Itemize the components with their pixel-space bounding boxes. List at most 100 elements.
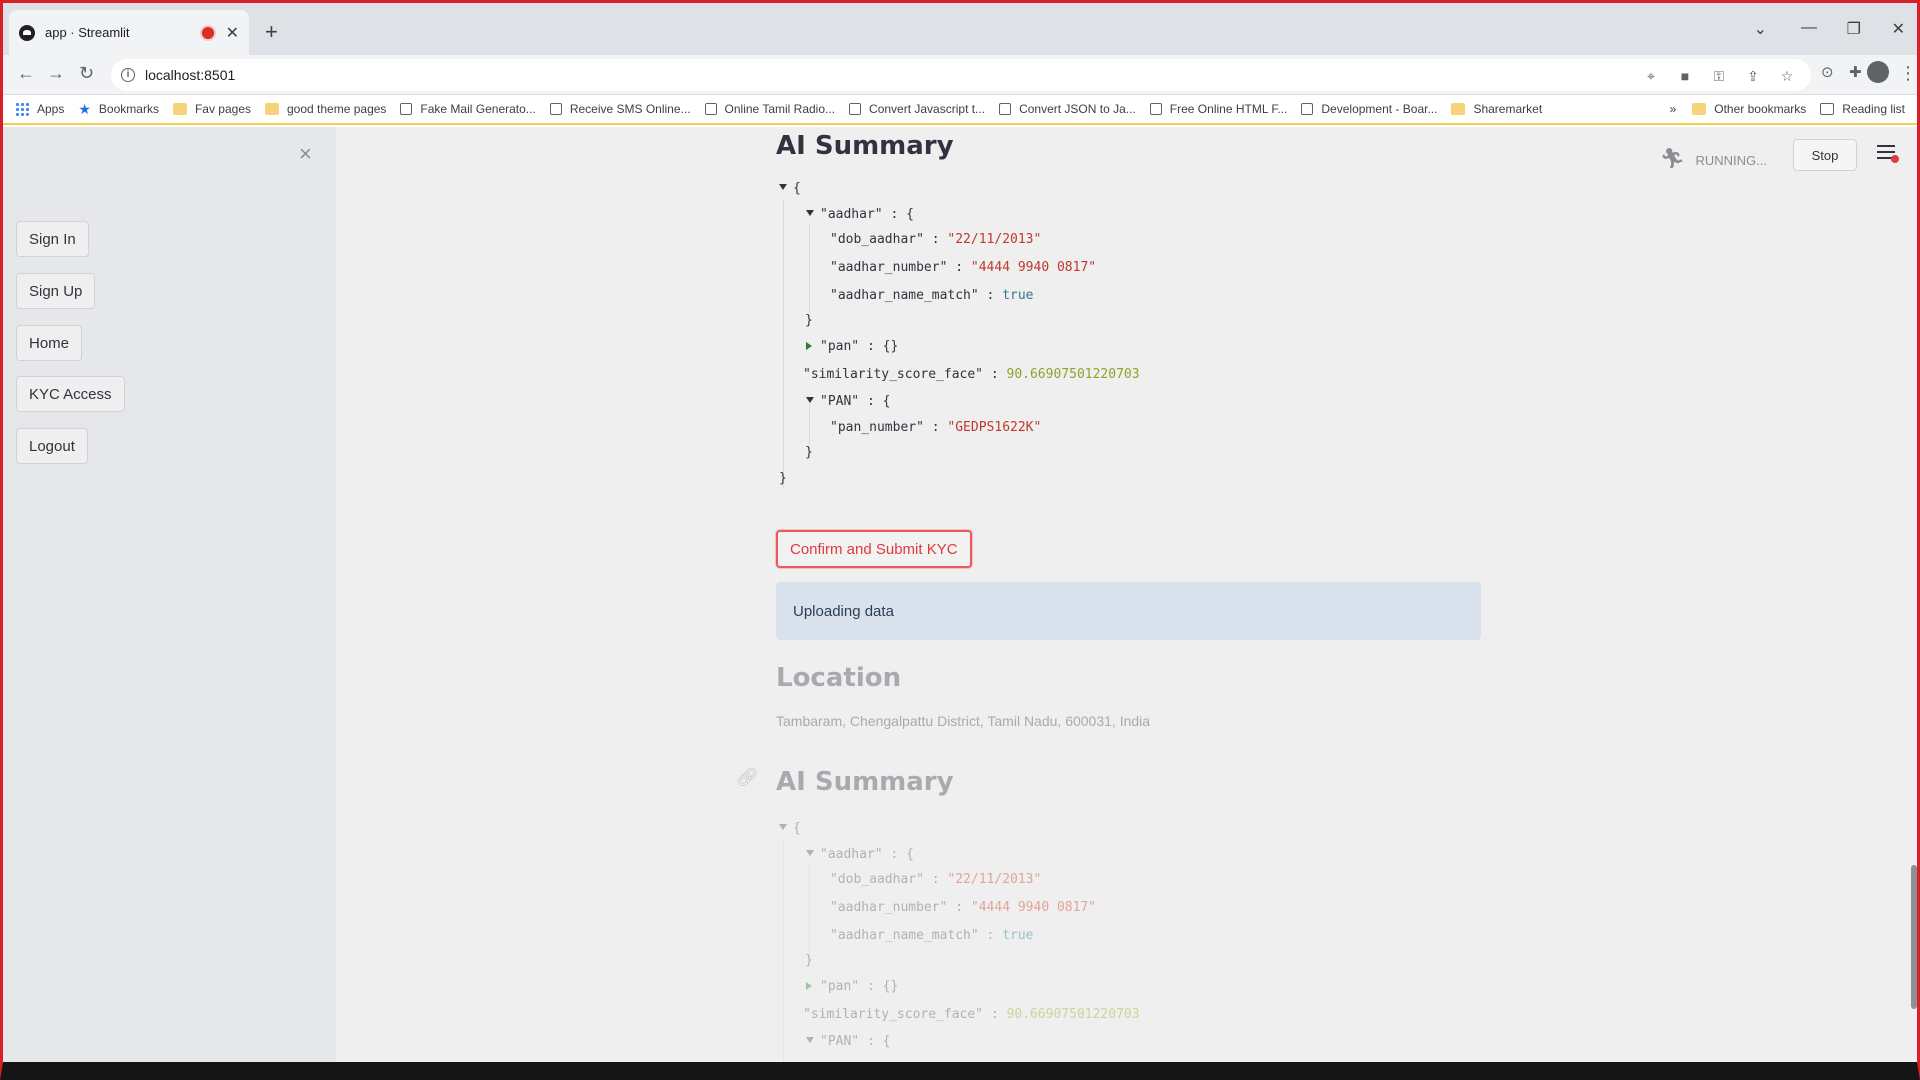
- bookmark-item[interactable]: Apps: [15, 102, 64, 116]
- bookmark-label: Convert JSON to Ja...: [1019, 102, 1136, 116]
- bookmark-label: Sharemarket: [1473, 102, 1543, 116]
- site-info-icon[interactable]: i: [121, 68, 135, 82]
- bookmark-star-icon[interactable]: ☆: [1779, 68, 1795, 84]
- puzzle-icon[interactable]: ✚: [1849, 63, 1862, 81]
- bookmark-label: Fake Mail Generato...: [420, 102, 536, 116]
- info-alert: Uploading data: [776, 582, 1481, 640]
- json-viewer-2: { "aadhar" : { "dob_aadhar" : "22/11/201…: [776, 821, 1481, 1062]
- bookmarks-right: » Other bookmarks Reading list: [1670, 102, 1905, 116]
- minimize-icon[interactable]: —: [1801, 19, 1817, 37]
- location-heading: Location: [776, 663, 902, 693]
- json-number-row: "aadhar_number" : "4444 9940 0817": [830, 260, 1097, 275]
- browser-window: app · Streamlit ✕ + ⌄ — ❐ ✕ ← → ↻ i loca…: [3, 3, 1917, 1062]
- json-pan-number-row: "pan_number" : "GEDPS1622K": [830, 420, 1042, 435]
- tab-title: app · Streamlit: [45, 25, 130, 40]
- json-aadhar-node[interactable]: "aadhar" : {: [806, 207, 914, 222]
- bookmark-item[interactable]: Fake Mail Generato...: [400, 102, 536, 116]
- close-window-icon[interactable]: ✕: [1892, 19, 1905, 39]
- location-text: Tambaram, Chengalpattu District, Tamil N…: [776, 713, 1151, 729]
- reading-list-icon: [1820, 103, 1835, 115]
- json-viewer: { "aadhar" : { "dob_aadhar" : "22/11/201…: [776, 181, 1481, 501]
- extension-icon[interactable]: ⊙: [1821, 63, 1834, 81]
- forward-icon[interactable]: →: [47, 63, 65, 84]
- share-icon[interactable]: ⇪: [1745, 68, 1761, 84]
- json-aadhar-node[interactable]: "aadhar" : {: [806, 847, 914, 862]
- apps-grid-icon: [15, 102, 29, 116]
- bookmark-item[interactable]: Fav pages: [172, 102, 251, 116]
- reading-list-label: Reading list: [1842, 102, 1905, 116]
- json-match-row: "aadhar_name_match" : true: [830, 288, 1034, 303]
- json-pan-node[interactable]: "pan" : {}: [806, 339, 898, 354]
- confirm-submit-kyc-button[interactable]: Confirm and Submit KYC: [776, 530, 972, 568]
- bookmark-item[interactable]: good theme pages: [265, 102, 386, 116]
- close-tab-icon[interactable]: ✕: [226, 23, 239, 43]
- recording-indicator-icon: [201, 26, 214, 39]
- reload-icon[interactable]: ↻: [79, 63, 94, 84]
- folder-icon: [265, 103, 279, 115]
- kyc-access-button[interactable]: KYC Access: [16, 376, 125, 412]
- tab-strip: app · Streamlit ✕ + ⌄ — ❐ ✕: [3, 3, 1917, 55]
- sign-in-button[interactable]: Sign In: [16, 221, 89, 257]
- ai-summary-heading-2: AI Summary: [776, 767, 954, 797]
- logout-button[interactable]: Logout: [16, 428, 88, 464]
- bookmark-item[interactable]: Free Online HTML F...: [1149, 102, 1287, 116]
- ai-summary-heading: AI Summary: [776, 131, 954, 161]
- bookmark-label: Bookmarks: [98, 102, 159, 116]
- running-man-icon: 🏃︎: [1659, 148, 1685, 170]
- bookmarks-bar: Apps ★ Bookmarks Fav pages good theme pages F…: [3, 95, 1917, 125]
- bookmark-item[interactable]: Sharemarket: [1451, 102, 1542, 116]
- bookmark-item[interactable]: Convert Javascript t...: [849, 102, 985, 116]
- bookmark-label: Online Tamil Radio...: [724, 102, 836, 116]
- url-text: localhost:8501: [145, 67, 236, 83]
- json-root[interactable]: {: [779, 821, 801, 836]
- bookmark-item[interactable]: Development - Boar...: [1301, 102, 1437, 116]
- json-PAN-node[interactable]: "PAN" : {: [806, 394, 890, 409]
- other-bookmarks[interactable]: Other bookmarks: [1692, 102, 1806, 116]
- hamburger-menu-icon[interactable]: [1877, 145, 1899, 163]
- profile-avatar[interactable]: [1867, 61, 1889, 83]
- json-pan-node[interactable]: "pan" : {}: [806, 979, 898, 994]
- back-icon[interactable]: ←: [17, 63, 35, 84]
- json-dob-row: "dob_aadhar" : "22/11/2013": [830, 232, 1042, 247]
- json-close: }: [805, 445, 813, 460]
- bookmark-item[interactable]: ★ Bookmarks: [78, 101, 159, 118]
- bookmarks-more-icon[interactable]: »: [1670, 102, 1677, 116]
- other-bookmarks-label: Other bookmarks: [1714, 102, 1807, 116]
- bookmark-item[interactable]: Receive SMS Online...: [549, 102, 691, 116]
- bookmark-label: Fav pages: [194, 102, 251, 116]
- location-icon[interactable]: ⌖: [1643, 68, 1659, 84]
- bookmark-label: Convert Javascript t...: [869, 102, 986, 116]
- address-bar[interactable]: i localhost:8501 ⌖ ■ ⚿ ⇪ ☆: [111, 59, 1811, 91]
- json-close: }: [779, 471, 787, 486]
- browser-tab[interactable]: app · Streamlit ✕: [9, 10, 249, 55]
- bookmark-label: Development - Boar...: [1321, 102, 1438, 116]
- streamlit-app: × Sign In Sign Up Home KYC Access Logout…: [3, 127, 1917, 1062]
- address-toolbar: ← → ↻ i localhost:8501 ⌖ ■ ⚿ ⇪ ☆ ⊙ ✚ ⋮: [3, 55, 1917, 95]
- convert-icon: [999, 103, 1012, 115]
- convert-icon: [849, 103, 862, 115]
- page-scrollbar[interactable]: [1911, 865, 1917, 1009]
- tab-search-icon[interactable]: ⌄: [1754, 19, 1767, 39]
- more-menu-icon[interactable]: ⋮: [1899, 63, 1917, 84]
- home-button[interactable]: Home: [16, 325, 83, 361]
- json-PAN-node[interactable]: "PAN" : {: [806, 1034, 890, 1049]
- close-sidebar-icon[interactable]: ×: [299, 141, 312, 167]
- restore-icon[interactable]: ❐: [1847, 19, 1861, 39]
- bookmark-item[interactable]: Online Tamil Radio...: [704, 102, 836, 116]
- bookmark-label: good theme pages: [287, 102, 387, 116]
- reading-list[interactable]: Reading list: [1820, 102, 1905, 116]
- json-score-row: "similarity_score_face" : 90.66907501220…: [803, 367, 1140, 382]
- anchor-link-icon[interactable]: 🔗︎: [736, 767, 759, 788]
- mail-icon: [400, 103, 413, 115]
- radio-icon: [704, 103, 717, 115]
- new-tab-button[interactable]: +: [265, 21, 278, 43]
- sign-up-button[interactable]: Sign Up: [16, 273, 96, 309]
- json-root[interactable]: {: [779, 181, 801, 196]
- running-label: RUNNING...: [1695, 152, 1768, 168]
- bookmark-item[interactable]: Convert JSON to Ja...: [999, 102, 1136, 116]
- stop-button[interactable]: Stop: [1793, 139, 1857, 171]
- star-icon: ★: [78, 100, 91, 117]
- key-icon[interactable]: ⚿: [1711, 68, 1727, 84]
- json-close: }: [805, 313, 813, 328]
- camera-icon[interactable]: ■: [1677, 68, 1693, 84]
